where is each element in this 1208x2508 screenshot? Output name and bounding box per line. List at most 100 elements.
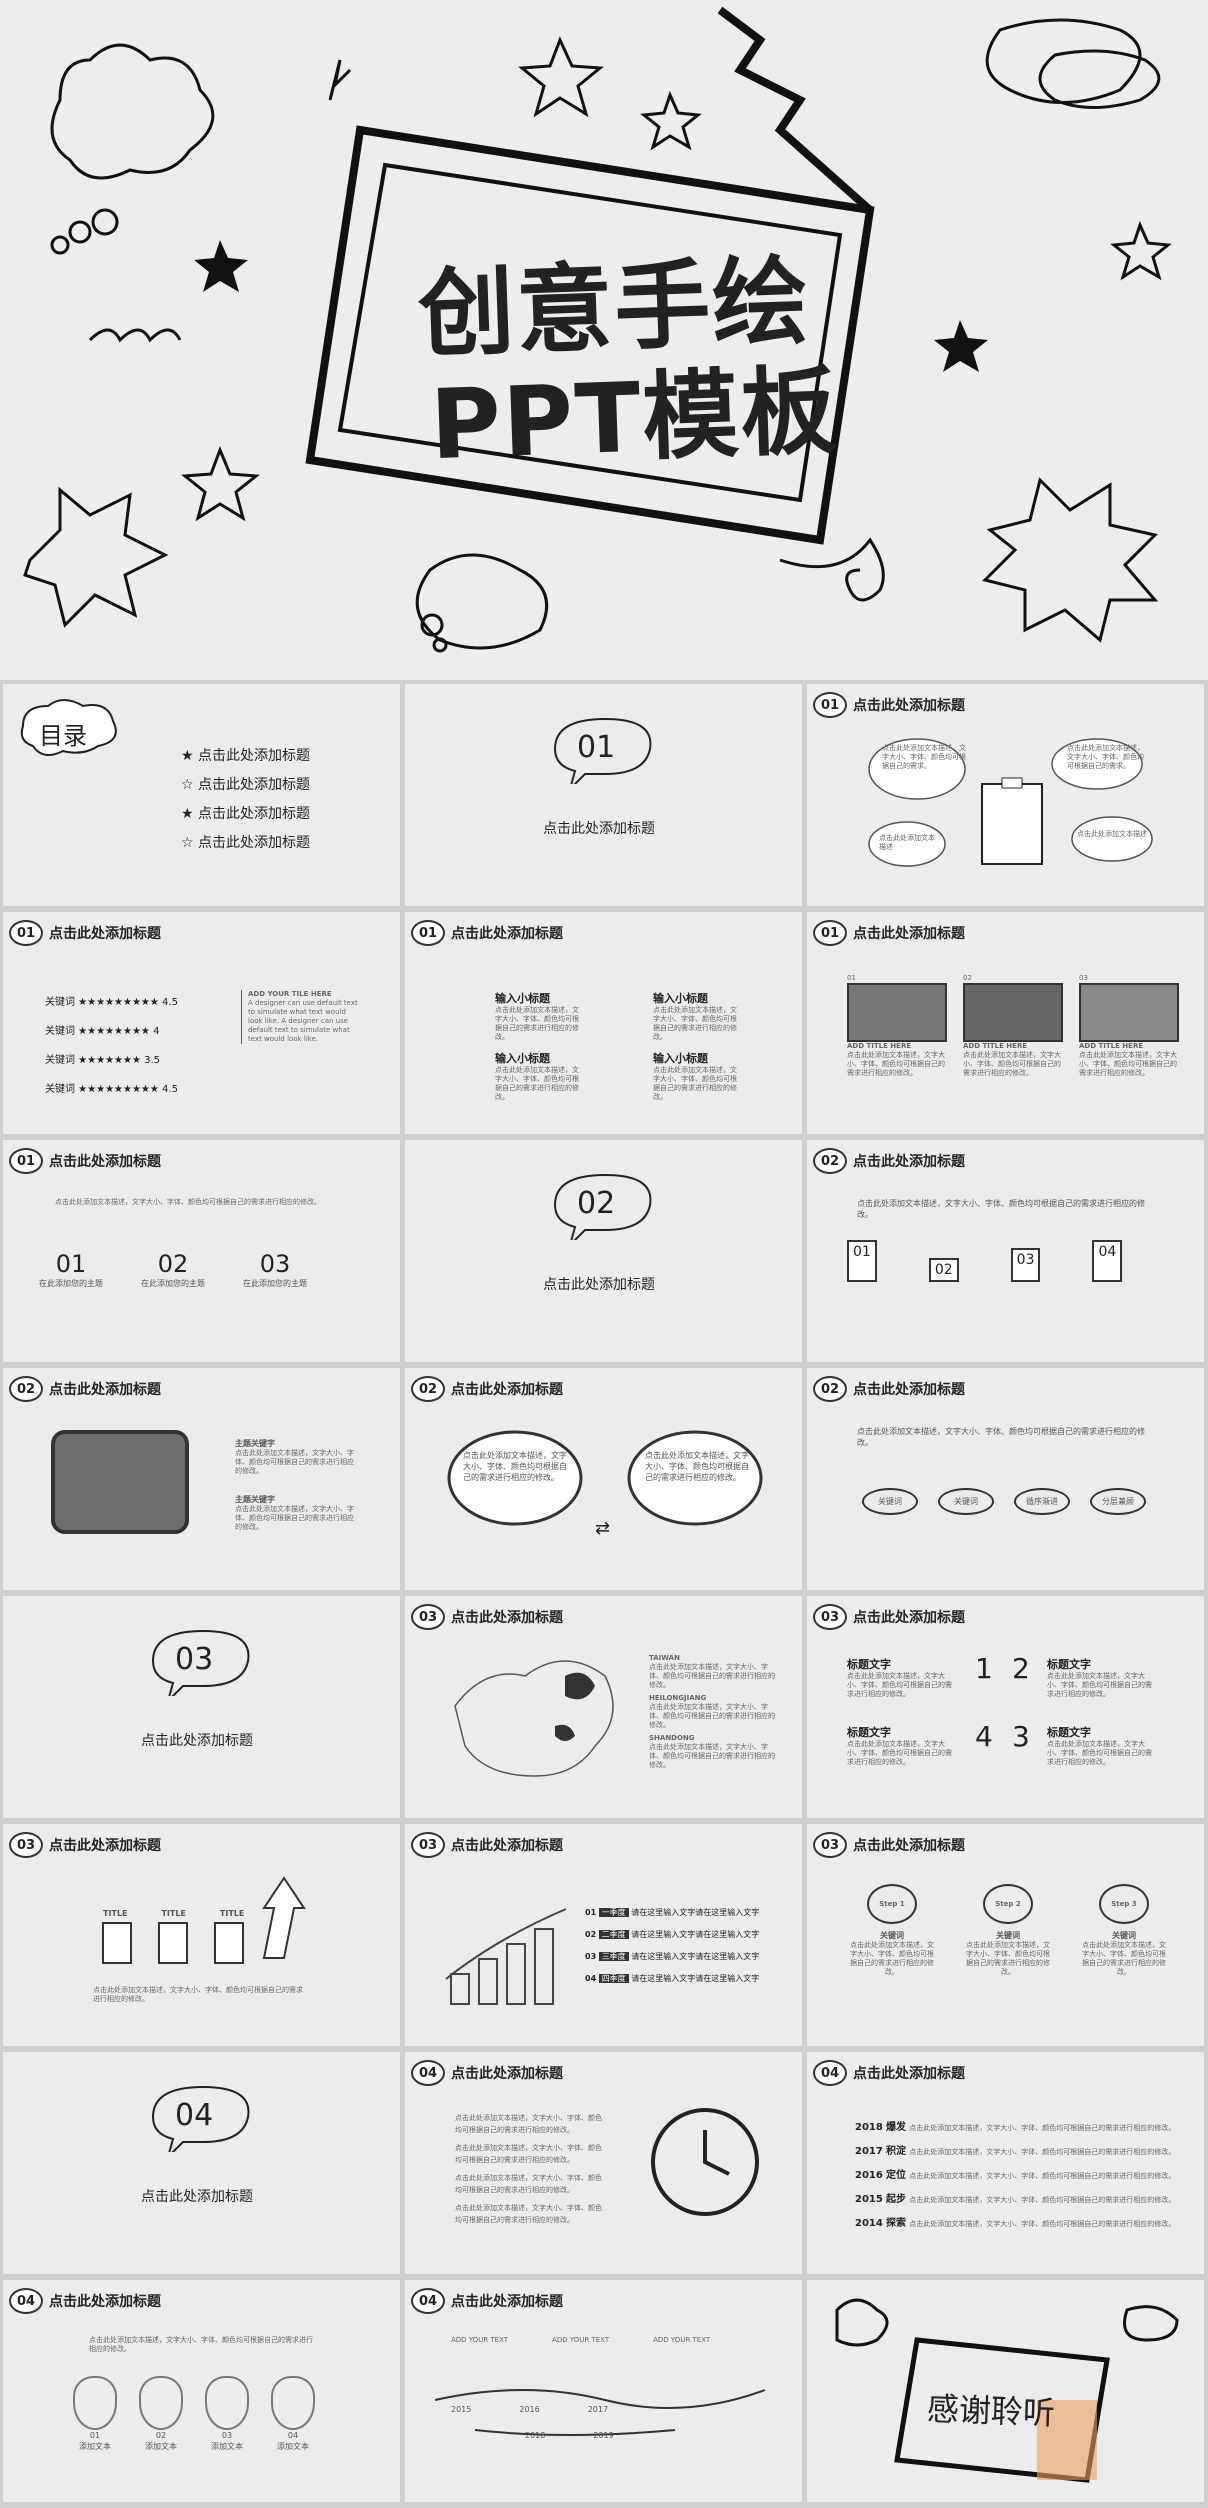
- photo-image: [847, 983, 947, 1042]
- gear-icon: [205, 2376, 249, 2430]
- photo-card: 02 ADD TITLE HERE 点击此处添加文本描述，文字大小、字体、颜色均可根…: [963, 974, 1063, 1077]
- slide-steps[interactable]: 03 点击此处添加标题 Step 1 关键词 点击此处添加文本描述，文字大小、字体、颜…: [807, 1824, 1204, 2046]
- number-block: 标题文字 点击此处添加文本描述，文字大小、字体、颜色均可根据自己的需求进行相应的修…: [1047, 1658, 1152, 1698]
- rating-note: ADD YOUR TILE HERE A designer can use de…: [241, 990, 358, 1044]
- slide-icons[interactable]: 04 点击此处添加标题 点击此处添加文本描述，文字大小、字体、颜色均可根据自己的需…: [3, 2280, 400, 2502]
- theme-row: 01 在此添加您的主题 02 在此添加您的主题 03 在此添加您的主题: [39, 1250, 307, 1289]
- flag-item: 02: [928, 1258, 959, 1282]
- slide-flags[interactable]: 02 点击此处添加标题 点击此处添加文本描述，文字大小、字体、颜色均可根据自己的需…: [807, 1140, 1204, 1362]
- slide-section-04[interactable]: 04 点击此处添加标题: [3, 2052, 400, 2274]
- subtitle-block: 输入小标题 点击此处添加文本描述，文字大小、字体、颜色均可根据自己的需求进行相应的…: [653, 992, 737, 1041]
- slide-three-titles[interactable]: 03 点击此处添加标题 TITLE TITLE TITLE 点击此处添加文本描述，文字…: [3, 1824, 400, 2046]
- slide-rows[interactable]: 03 点击此处添加标题 01 一季度 请在这里输入文字请在这里输入文字 02 二季…: [405, 1824, 802, 2046]
- slide-title: 点击此处添加标题: [451, 1610, 563, 1626]
- home-icon: [73, 2376, 117, 2430]
- speech-bubble-icon: [985, 18, 1142, 104]
- icon-row: 01 添加文本 02 添加文本 03 添加文本 04 添加文本: [73, 2376, 315, 2452]
- blocks-arrow-image: [102, 1876, 306, 1964]
- toc-item[interactable]: ☆ 点击此处添加标题: [181, 829, 310, 858]
- thanks-text: 感谢聆听: [926, 2389, 1056, 2433]
- row-list: 01 一季度 请在这里输入文字请在这里输入文字 02 二季度 请在这里输入文字请…: [585, 1902, 759, 1990]
- slide-title: 点击此处添加标题: [853, 698, 965, 714]
- section-badge: 03: [411, 1832, 445, 1858]
- slide-clock[interactable]: 04 点击此处添加标题 点击此处添加文本描述，文字大小、字体、颜色均可根据自己的需…: [405, 2052, 802, 2274]
- slide-photos[interactable]: 01 点击此处添加标题 01 ADD TITLE HERE 点击此处添加文本描述，文字…: [807, 912, 1204, 1134]
- slide-title: 点击此处添加标题: [853, 2066, 965, 2082]
- timeline-years-2: 2018 2019: [525, 2431, 614, 2440]
- slide-title: 点击此处添加标题: [451, 2066, 563, 2082]
- cloud-text: 点击此处添加文本描述: [879, 834, 935, 851]
- digit: 3: [1012, 1720, 1030, 1753]
- slide-title: 点击此处添加标题: [451, 2294, 563, 2310]
- section-badge: 01: [9, 920, 43, 946]
- slide-subtitles[interactable]: 01 点击此处添加标题 输入小标题 点击此处添加文本描述，文字大小、字体、颜色均可根…: [405, 912, 802, 1134]
- year-row: 2014 探索 点击此处添加文本描述，文字大小、字体、颜色均可根据自己的需求进行…: [855, 2218, 1176, 2229]
- step-item: Step 3 关键词 点击此处添加文本描述，文字大小、字体、颜色均可根据自己的需求进…: [1079, 1884, 1169, 1977]
- section-title: 点击此处添加标题: [543, 1277, 655, 1293]
- title-line-2: PPT模板: [428, 354, 841, 482]
- slide-keywords[interactable]: 02 点击此处添加标题 主题关键字 点击此处添加文本描述，文字大小、字体、颜色均可根…: [3, 1368, 400, 1590]
- digit: 4: [975, 1720, 993, 1753]
- section-title: 点击此处添加标题: [543, 821, 655, 837]
- slide-title: 点击此处添加标题: [853, 1154, 965, 1170]
- slide-title: 点击此处添加标题: [853, 926, 965, 942]
- slide-title: 点击此处添加标题: [49, 2294, 161, 2310]
- slide-timeline[interactable]: 04 点击此处添加标题 ADD YOUR TEXT ADD YOUR TEXT ADD…: [405, 2280, 802, 2502]
- bulb-icon: [271, 2376, 315, 2430]
- timeline-years: 2015 2016 2017: [451, 2405, 609, 2414]
- row-item: 04 四季度 请在这里输入文字请在这里输入文字: [585, 1974, 760, 1983]
- toc-item[interactable]: ★ 点击此处添加标题: [181, 742, 310, 771]
- slide-title: 点击此处添加标题: [451, 926, 563, 942]
- slide-map[interactable]: 03 点击此处添加标题 TAIWAN 点击此处添加文本描述，文字大小、字体、颜色均可…: [405, 1596, 802, 1818]
- slide-title: 点击此处添加标题: [853, 1382, 965, 1398]
- title-slide: 创意手绘 PPT模板: [0, 0, 1208, 680]
- slide-ratings[interactable]: 01 点击此处添加标题 关键词 ★★★★★★★★★ 4.5 关键词 ★★★★★★★…: [3, 912, 400, 1134]
- flag-item: 03: [1010, 1248, 1041, 1282]
- slide-years[interactable]: 04 点击此处添加标题 2018 爆发 点击此处添加文本描述，文字大小、字体、颜色…: [807, 2052, 1204, 2274]
- digit: 1: [975, 1652, 993, 1685]
- section-number: 01: [577, 730, 616, 765]
- rating-row: 关键词 ★★★★★★★★ 4: [45, 1026, 160, 1037]
- year-row: 2015 起步 点击此处添加文本描述，文字大小、字体、颜色均可根据自己的需求进行…: [855, 2194, 1176, 2205]
- section-badge: 02: [813, 1376, 847, 1402]
- bar-sketch-image: [445, 1908, 567, 2005]
- intro-text: 点击此处添加文本描述，文字大小、字体、颜色均可根据自己的需求进行相应的修改。: [89, 2336, 313, 2353]
- bubble-text: 点击此处添加文本描述，文字大小、字体、颜色均可根据自己的需求进行相应的修改。: [463, 1451, 567, 1482]
- year-row: 2018 爆发 点击此处添加文本描述，文字大小、字体、颜色均可根据自己的需求进行…: [855, 2122, 1176, 2133]
- section-badge: 03: [813, 1604, 847, 1630]
- toc-item[interactable]: ☆ 点击此处添加标题: [181, 771, 310, 800]
- slide-section-01[interactable]: 01 点击此处添加标题: [405, 684, 802, 906]
- slide-speech[interactable]: 02 点击此处添加标题 点击此处添加文本描述，文字大小、字体、颜色均可根据自己的需…: [405, 1368, 802, 1590]
- number-block: 标题文字 点击此处添加文本描述，文字大小、字体、颜色均可根据自己的需求进行相应的修…: [847, 1658, 952, 1698]
- slide-section-02[interactable]: 02 点击此处添加标题: [405, 1140, 802, 1362]
- section-badge: 04: [411, 2288, 445, 2314]
- icon-item: 03 添加文本: [205, 2376, 249, 2452]
- bubble-text: 点击此处添加文本描述，文字大小、字体、颜色均可根据自己的需求进行相应的修改。: [645, 1451, 749, 1482]
- photo-image: [963, 983, 1063, 1042]
- slide-thanks[interactable]: 感谢聆听: [807, 2280, 1204, 2502]
- theme-item: 01 在此添加您的主题: [39, 1250, 103, 1288]
- section-badge: 04: [813, 2060, 847, 2086]
- section-badge: 01: [813, 692, 847, 718]
- slide-themes[interactable]: 01 点击此处添加标题 点击此处添加文本描述，文字大小、字体、颜色均可根据自己的需…: [3, 1140, 400, 1362]
- region-list: TAIWAN 点击此处添加文本描述，文字大小、字体、颜色均可根据自己的需求进行相应…: [649, 1654, 775, 1769]
- slide-title: 点击此处添加标题: [49, 926, 161, 942]
- section-badge: 04: [411, 2060, 445, 2086]
- slide-numbers[interactable]: 03 点击此处添加标题 标题文字 点击此处添加文本描述，文字大小、字体、颜色均可根据…: [807, 1596, 1204, 1818]
- section-number: 04: [175, 2098, 214, 2133]
- slide-section-03[interactable]: 03 点击此处添加标题: [3, 1596, 400, 1818]
- slide-toc[interactable]: 目录 ★ 点击此处添加标题 ☆ 点击此处添加标题 ★ 点击此处添加标题 ☆ 点击…: [3, 684, 400, 906]
- slide-title: 点击此处添加标题: [451, 1382, 563, 1398]
- toc-item[interactable]: ★ 点击此处添加标题: [181, 800, 310, 829]
- slide-clouds[interactable]: 01 点击此处添加标题 点击此处添加文本描述，文字大小、字体、颜色均可根据自己的需…: [807, 684, 1204, 906]
- slide-title: 点击此处添加标题: [853, 1838, 965, 1854]
- slide-title: 点击此处添加标题: [49, 1838, 161, 1854]
- theme-item: 02 在此添加您的主题: [141, 1250, 205, 1288]
- flow-item: 循序渐进: [1014, 1488, 1070, 1515]
- slide-title: 点击此处添加标题: [451, 1838, 563, 1854]
- keyword-block: 主题关键字 点击此处添加文本描述，文字大小、字体、颜色均可根据自己的需求进行相应的…: [235, 1439, 354, 1475]
- number-block: 标题文字 点击此处添加文本描述，文字大小、字体、颜色均可根据自己的需求进行相应的修…: [847, 1726, 952, 1766]
- slide-flow[interactable]: 02 点击此处添加标题 点击此处添加文本描述，文字大小、字体、颜色均可根据自己的需…: [807, 1368, 1204, 1590]
- toc-list: ★ 点击此处添加标题 ☆ 点击此处添加标题 ★ 点击此处添加标题 ☆ 点击此处添…: [181, 742, 310, 858]
- flow-item: 关键词: [862, 1488, 918, 1515]
